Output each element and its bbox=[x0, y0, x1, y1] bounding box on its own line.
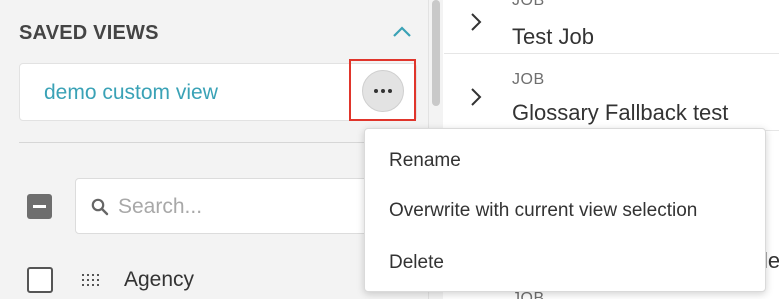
saved-views-title: SAVED VIEWS bbox=[19, 22, 159, 44]
chevron-up-icon[interactable] bbox=[391, 24, 413, 40]
drag-handle-icon[interactable] bbox=[80, 273, 100, 287]
menu-item-delete[interactable]: Delete bbox=[365, 239, 765, 287]
more-options-button[interactable] bbox=[362, 70, 404, 112]
menu-item-overwrite[interactable]: Overwrite with current view selection bbox=[365, 187, 765, 235]
job-title[interactable]: Glossary Fallback test bbox=[512, 100, 728, 126]
saved-view-options-menu: Rename Overwrite with current view selec… bbox=[364, 128, 766, 292]
menu-item-rename[interactable]: Rename bbox=[365, 137, 765, 185]
search-icon bbox=[91, 198, 109, 216]
agency-checkbox[interactable] bbox=[27, 267, 53, 293]
more-horizontal-icon bbox=[374, 89, 392, 93]
job-row[interactable]: JOB Test Job bbox=[444, 0, 779, 54]
filter-label-agency: Agency bbox=[124, 268, 195, 291]
select-all-toggle[interactable] bbox=[27, 194, 52, 219]
scrollbar-thumb[interactable] bbox=[432, 0, 440, 106]
chevron-right-icon[interactable] bbox=[470, 87, 482, 107]
job-type: JOB bbox=[512, 71, 545, 88]
job-row[interactable]: JOB Glossary Fallback test bbox=[444, 61, 779, 131]
job-title[interactable]: Test Job bbox=[512, 24, 594, 50]
chevron-right-icon[interactable] bbox=[470, 12, 482, 32]
search-placeholder: Search... bbox=[118, 195, 203, 218]
job-type: JOB bbox=[512, 0, 545, 9]
saved-view-link[interactable]: demo custom view bbox=[44, 81, 218, 105]
